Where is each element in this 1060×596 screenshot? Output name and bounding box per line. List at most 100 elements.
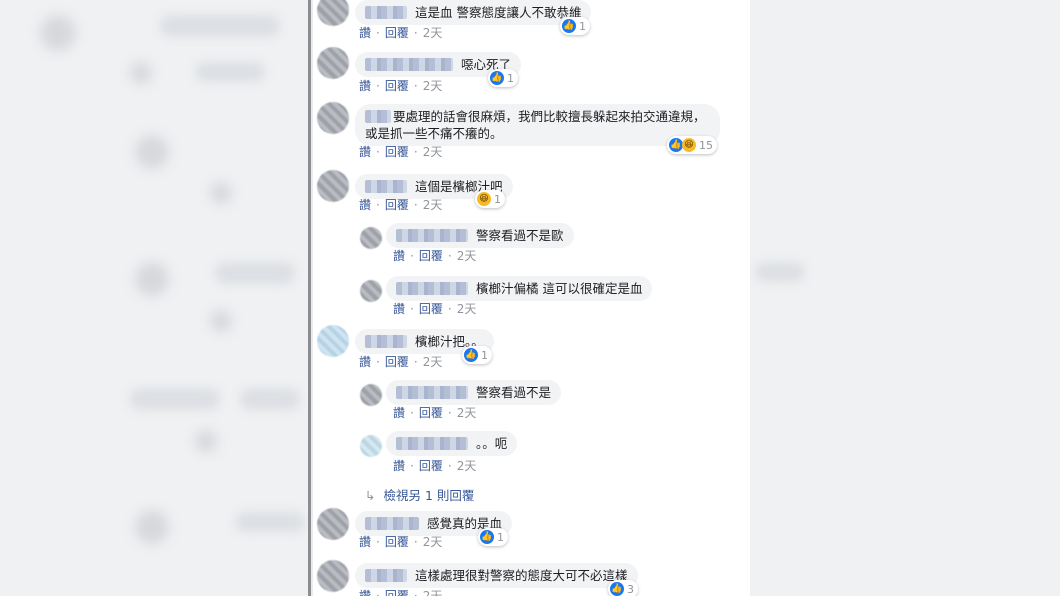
- reply-link[interactable]: 回覆: [385, 24, 409, 41]
- like-icon: 👍: [562, 19, 576, 33]
- like-link[interactable]: 讚: [359, 143, 371, 160]
- reply-link[interactable]: 回覆: [385, 77, 409, 94]
- comment-actions: 讚 · 回覆 · 2天: [393, 247, 477, 264]
- author-name-redacted[interactable]: [396, 386, 468, 399]
- reply-link[interactable]: 回覆: [385, 587, 409, 596]
- like-link[interactable]: 讚: [359, 533, 371, 550]
- avatar[interactable]: [317, 560, 349, 592]
- avatar[interactable]: [317, 0, 349, 26]
- author-name-redacted[interactable]: [365, 335, 407, 348]
- comment-actions: 讚 · 回覆 · 2天: [359, 353, 443, 370]
- reply-link[interactable]: 回覆: [419, 300, 443, 317]
- timestamp[interactable]: 2天: [423, 533, 443, 550]
- avatar[interactable]: [317, 47, 349, 79]
- reply-link[interactable]: 回覆: [385, 143, 409, 160]
- timestamp[interactable]: 2天: [423, 143, 443, 160]
- like-link[interactable]: 讚: [359, 587, 371, 596]
- comment-actions: 讚 · 回覆 · 2天: [359, 77, 443, 94]
- reply-arrow-icon: ↳: [365, 488, 376, 503]
- like-icon: 👍: [669, 138, 683, 152]
- reply-bubble: 警察看過不是: [386, 380, 562, 405]
- avatar[interactable]: [360, 227, 382, 249]
- comment-actions: 讚 · 回覆 · 2天: [359, 587, 442, 596]
- comment-text: 要處理的話會很麻煩，我們比較擅長躲起來拍交通違規，或是抓一些不痛不癢的。: [365, 109, 706, 141]
- comment-actions: 讚 · 回覆 · 2天: [359, 533, 443, 550]
- reaction-badge[interactable]: 👍 1: [462, 346, 492, 364]
- reply-bubble: 。。呃: [386, 431, 518, 456]
- comment-actions: 讚 · 回覆 · 2天: [393, 404, 477, 421]
- comment-actions: 讚 · 回覆 · 2天: [393, 457, 477, 474]
- like-link[interactable]: 讚: [359, 196, 371, 213]
- timestamp[interactable]: 2天: [423, 353, 443, 370]
- timestamp[interactable]: 2天: [457, 300, 477, 317]
- comment-actions: 讚 · 回覆 · 2天: [359, 196, 443, 213]
- author-name-redacted[interactable]: [365, 110, 391, 123]
- avatar[interactable]: [317, 508, 349, 540]
- reply-bubble: 檳榔汁偏橘 這可以很確定是血: [386, 276, 653, 301]
- author-name-redacted[interactable]: [365, 58, 453, 71]
- reply-bubble: 警察看過不是歐: [386, 223, 574, 248]
- comment-text: 。。呃: [476, 436, 508, 451]
- comments-panel: 這是血 警察態度讓人不敢恭維 👍 1 讚 · 回覆 · 2天 噁心死了 👍 1 讚 · 回覆 · 2…: [313, 0, 750, 596]
- author-name-redacted[interactable]: [396, 282, 468, 295]
- reaction-badge[interactable]: 👍 1: [560, 17, 590, 35]
- comment-text: 這樣處理很對警察的態度大可不必這樣: [415, 568, 628, 583]
- reaction-badge[interactable]: 😆 1: [475, 190, 505, 208]
- timestamp[interactable]: 2天: [423, 587, 443, 596]
- avatar[interactable]: [360, 435, 382, 457]
- timestamp[interactable]: 2天: [423, 77, 443, 94]
- author-name-redacted[interactable]: [396, 229, 468, 242]
- left-divider: [308, 0, 311, 596]
- like-icon: 👍: [490, 71, 504, 85]
- author-name-redacted[interactable]: [365, 517, 419, 530]
- comment-text: 警察看過不是歐: [476, 228, 564, 243]
- like-link[interactable]: 讚: [359, 353, 371, 370]
- like-icon: 👍: [480, 530, 494, 544]
- reply-link[interactable]: 回覆: [419, 457, 443, 474]
- like-link[interactable]: 讚: [393, 247, 405, 264]
- comment-bubble: 要處理的話會很麻煩，我們比較擅長躲起來拍交通違規，或是抓一些不痛不癢的。: [355, 104, 720, 146]
- reply-link[interactable]: 回覆: [419, 404, 443, 421]
- like-link[interactable]: 讚: [359, 24, 371, 41]
- comment-actions: 讚 · 回覆 · 2天: [393, 300, 477, 317]
- timestamp[interactable]: 2天: [423, 24, 443, 41]
- timestamp[interactable]: 2天: [423, 196, 443, 213]
- reply-link[interactable]: 回覆: [385, 533, 409, 550]
- reply-link[interactable]: 回覆: [385, 353, 409, 370]
- author-name-redacted[interactable]: [365, 569, 407, 582]
- blurred-background-right: [750, 0, 1060, 596]
- comment-text: 警察看過不是: [476, 385, 552, 400]
- avatar[interactable]: [360, 384, 382, 406]
- like-link[interactable]: 讚: [393, 300, 405, 317]
- reply-link[interactable]: 回覆: [385, 196, 409, 213]
- author-name-redacted[interactable]: [396, 437, 468, 450]
- like-icon: 👍: [610, 582, 624, 596]
- author-name-redacted[interactable]: [365, 180, 407, 193]
- comment-actions: 讚 · 回覆 · 2天: [359, 24, 443, 41]
- comment-text: 檳榔汁偏橘 這可以很確定是血: [476, 281, 643, 296]
- timestamp[interactable]: 2天: [457, 404, 477, 421]
- avatar[interactable]: [360, 280, 382, 302]
- view-more-replies-link[interactable]: ↳ 檢視另 1 則回覆: [365, 485, 474, 504]
- haha-icon: 😆: [477, 192, 491, 206]
- avatar[interactable]: [317, 325, 349, 357]
- timestamp[interactable]: 2天: [457, 457, 477, 474]
- reaction-badge[interactable]: 👍 1: [478, 528, 508, 546]
- avatar[interactable]: [317, 170, 349, 202]
- haha-icon: 😆: [682, 138, 696, 152]
- reply-link[interactable]: 回覆: [419, 247, 443, 264]
- like-link[interactable]: 讚: [393, 457, 405, 474]
- reaction-badge[interactable]: 👍 😆 15: [667, 136, 717, 154]
- comment-actions: 讚 · 回覆 · 2天: [359, 143, 443, 160]
- comment-text: 這是血 警察態度讓人不敢恭維: [415, 5, 582, 20]
- like-link[interactable]: 讚: [393, 404, 405, 421]
- reaction-badge[interactable]: 👍 3: [608, 580, 638, 596]
- reaction-badge[interactable]: 👍 1: [488, 69, 518, 87]
- blurred-background-left: [0, 0, 310, 596]
- avatar[interactable]: [317, 102, 349, 134]
- comment-bubble: 這樣處理很對警察的態度大可不必這樣: [355, 563, 638, 588]
- like-link[interactable]: 讚: [359, 77, 371, 94]
- timestamp[interactable]: 2天: [457, 247, 477, 264]
- author-name-redacted[interactable]: [365, 6, 407, 19]
- like-icon: 👍: [464, 348, 478, 362]
